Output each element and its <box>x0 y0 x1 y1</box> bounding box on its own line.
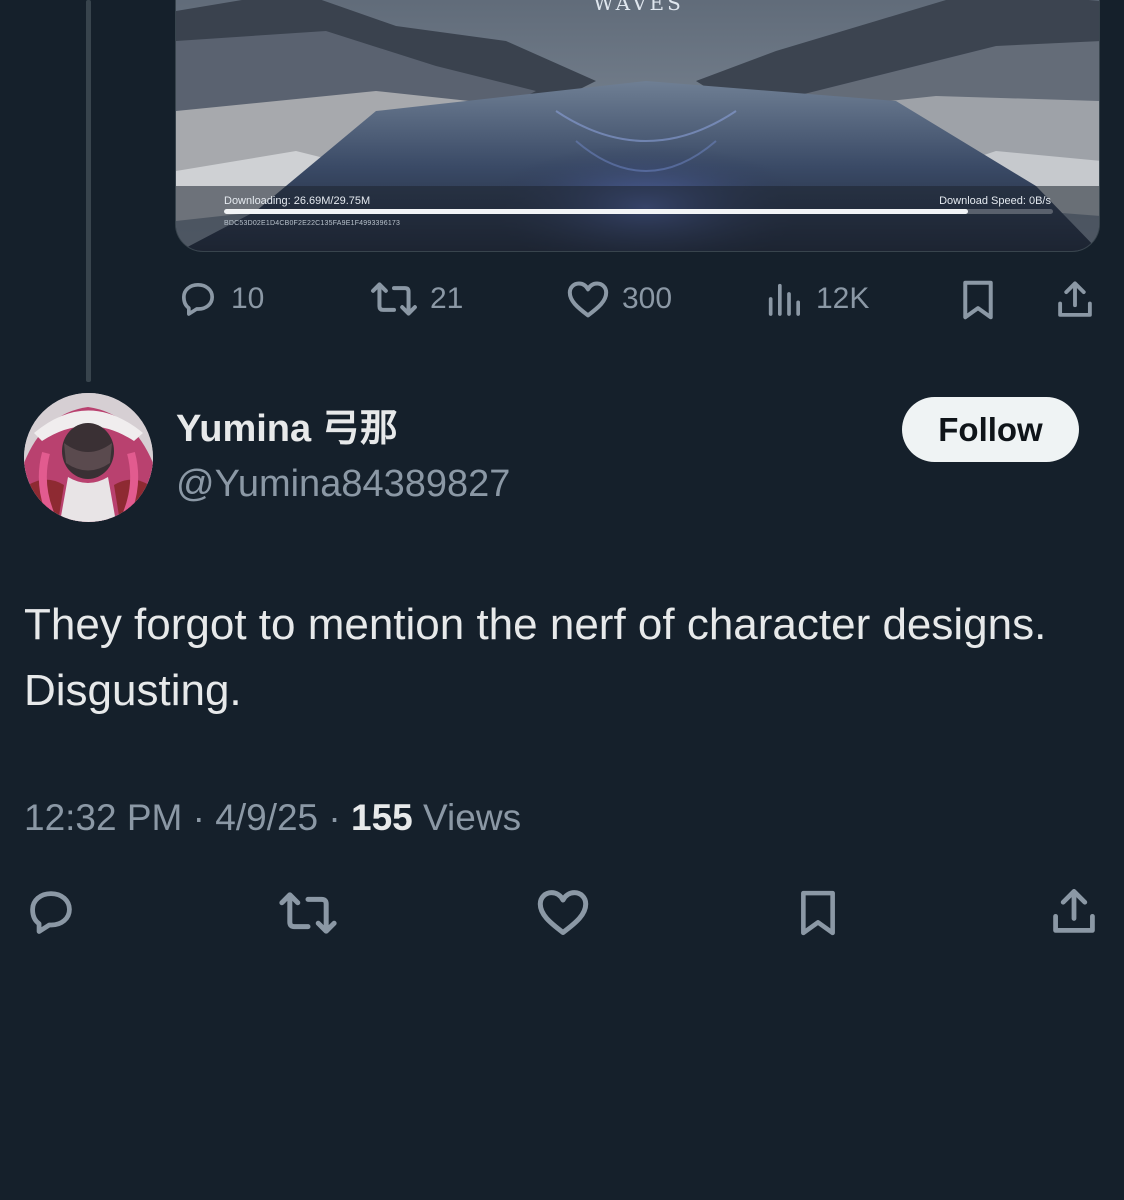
share-icon <box>1058 281 1092 317</box>
repost-button[interactable] <box>278 888 338 938</box>
bookmark-icon <box>801 890 835 936</box>
parent-reply-button[interactable]: 10 <box>177 279 264 319</box>
reply-count: 10 <box>231 282 265 315</box>
parent-views-button[interactable]: 12K <box>764 279 869 319</box>
views-icon <box>768 283 800 316</box>
avatar[interactable] <box>24 393 153 522</box>
like-icon <box>567 281 609 318</box>
thread-connector-line <box>86 0 91 382</box>
parent-like-button[interactable]: 300 <box>566 279 672 319</box>
parent-repost-button[interactable]: 21 <box>370 279 463 319</box>
download-progress-fill <box>224 209 968 214</box>
bookmark-button[interactable] <box>795 884 841 942</box>
repost-count: 21 <box>430 282 464 315</box>
repost-icon <box>371 282 417 316</box>
media-image[interactable]: WAVES Downloading: 26.69M/29.75M Downloa… <box>175 0 1100 252</box>
reply-icon <box>182 283 215 316</box>
parent-bookmark-button[interactable] <box>958 278 998 322</box>
like-button[interactable] <box>535 887 591 937</box>
landscape-scene <box>176 0 1099 251</box>
download-hash: BDC53D02E1D4CB0F2E22C135FA9E1F4993396173 <box>224 220 401 227</box>
parent-share-button[interactable] <box>1054 278 1096 322</box>
like-count: 300 <box>622 282 673 315</box>
share-button[interactable] <box>1048 884 1100 940</box>
bookmark-icon <box>963 280 993 320</box>
repost-icon <box>279 892 337 934</box>
share-icon <box>1053 889 1095 933</box>
user-handle[interactable]: @Yumina84389827 <box>176 461 510 507</box>
tweet-views-count: 155 <box>351 797 413 838</box>
like-icon <box>537 890 589 935</box>
views-count: 12K <box>816 282 870 315</box>
tweet-views-label: Views <box>423 797 522 838</box>
download-status: Downloading: 26.69M/29.75M <box>224 195 371 207</box>
download-speed: Download Speed: 0B/s <box>939 195 1051 207</box>
reply-button[interactable] <box>24 886 78 938</box>
reply-icon <box>30 891 72 934</box>
avatar-image <box>24 393 153 522</box>
download-progress-bar <box>224 209 1053 214</box>
display-name[interactable]: Yumina 弓那 <box>176 406 398 452</box>
tweet-time[interactable]: 12:32 PM <box>24 797 182 838</box>
tweet-meta: 12:32 PM · 4/9/25 · 155 Views <box>24 795 521 841</box>
tweet-date[interactable]: 4/9/25 <box>215 797 318 838</box>
meta-separator: · <box>192 797 205 838</box>
tweet-text: They forgot to mention the nerf of chara… <box>24 600 1047 715</box>
follow-button[interactable]: Follow <box>902 397 1079 462</box>
game-logo: WAVES <box>593 0 684 15</box>
meta-separator: · <box>328 797 341 838</box>
